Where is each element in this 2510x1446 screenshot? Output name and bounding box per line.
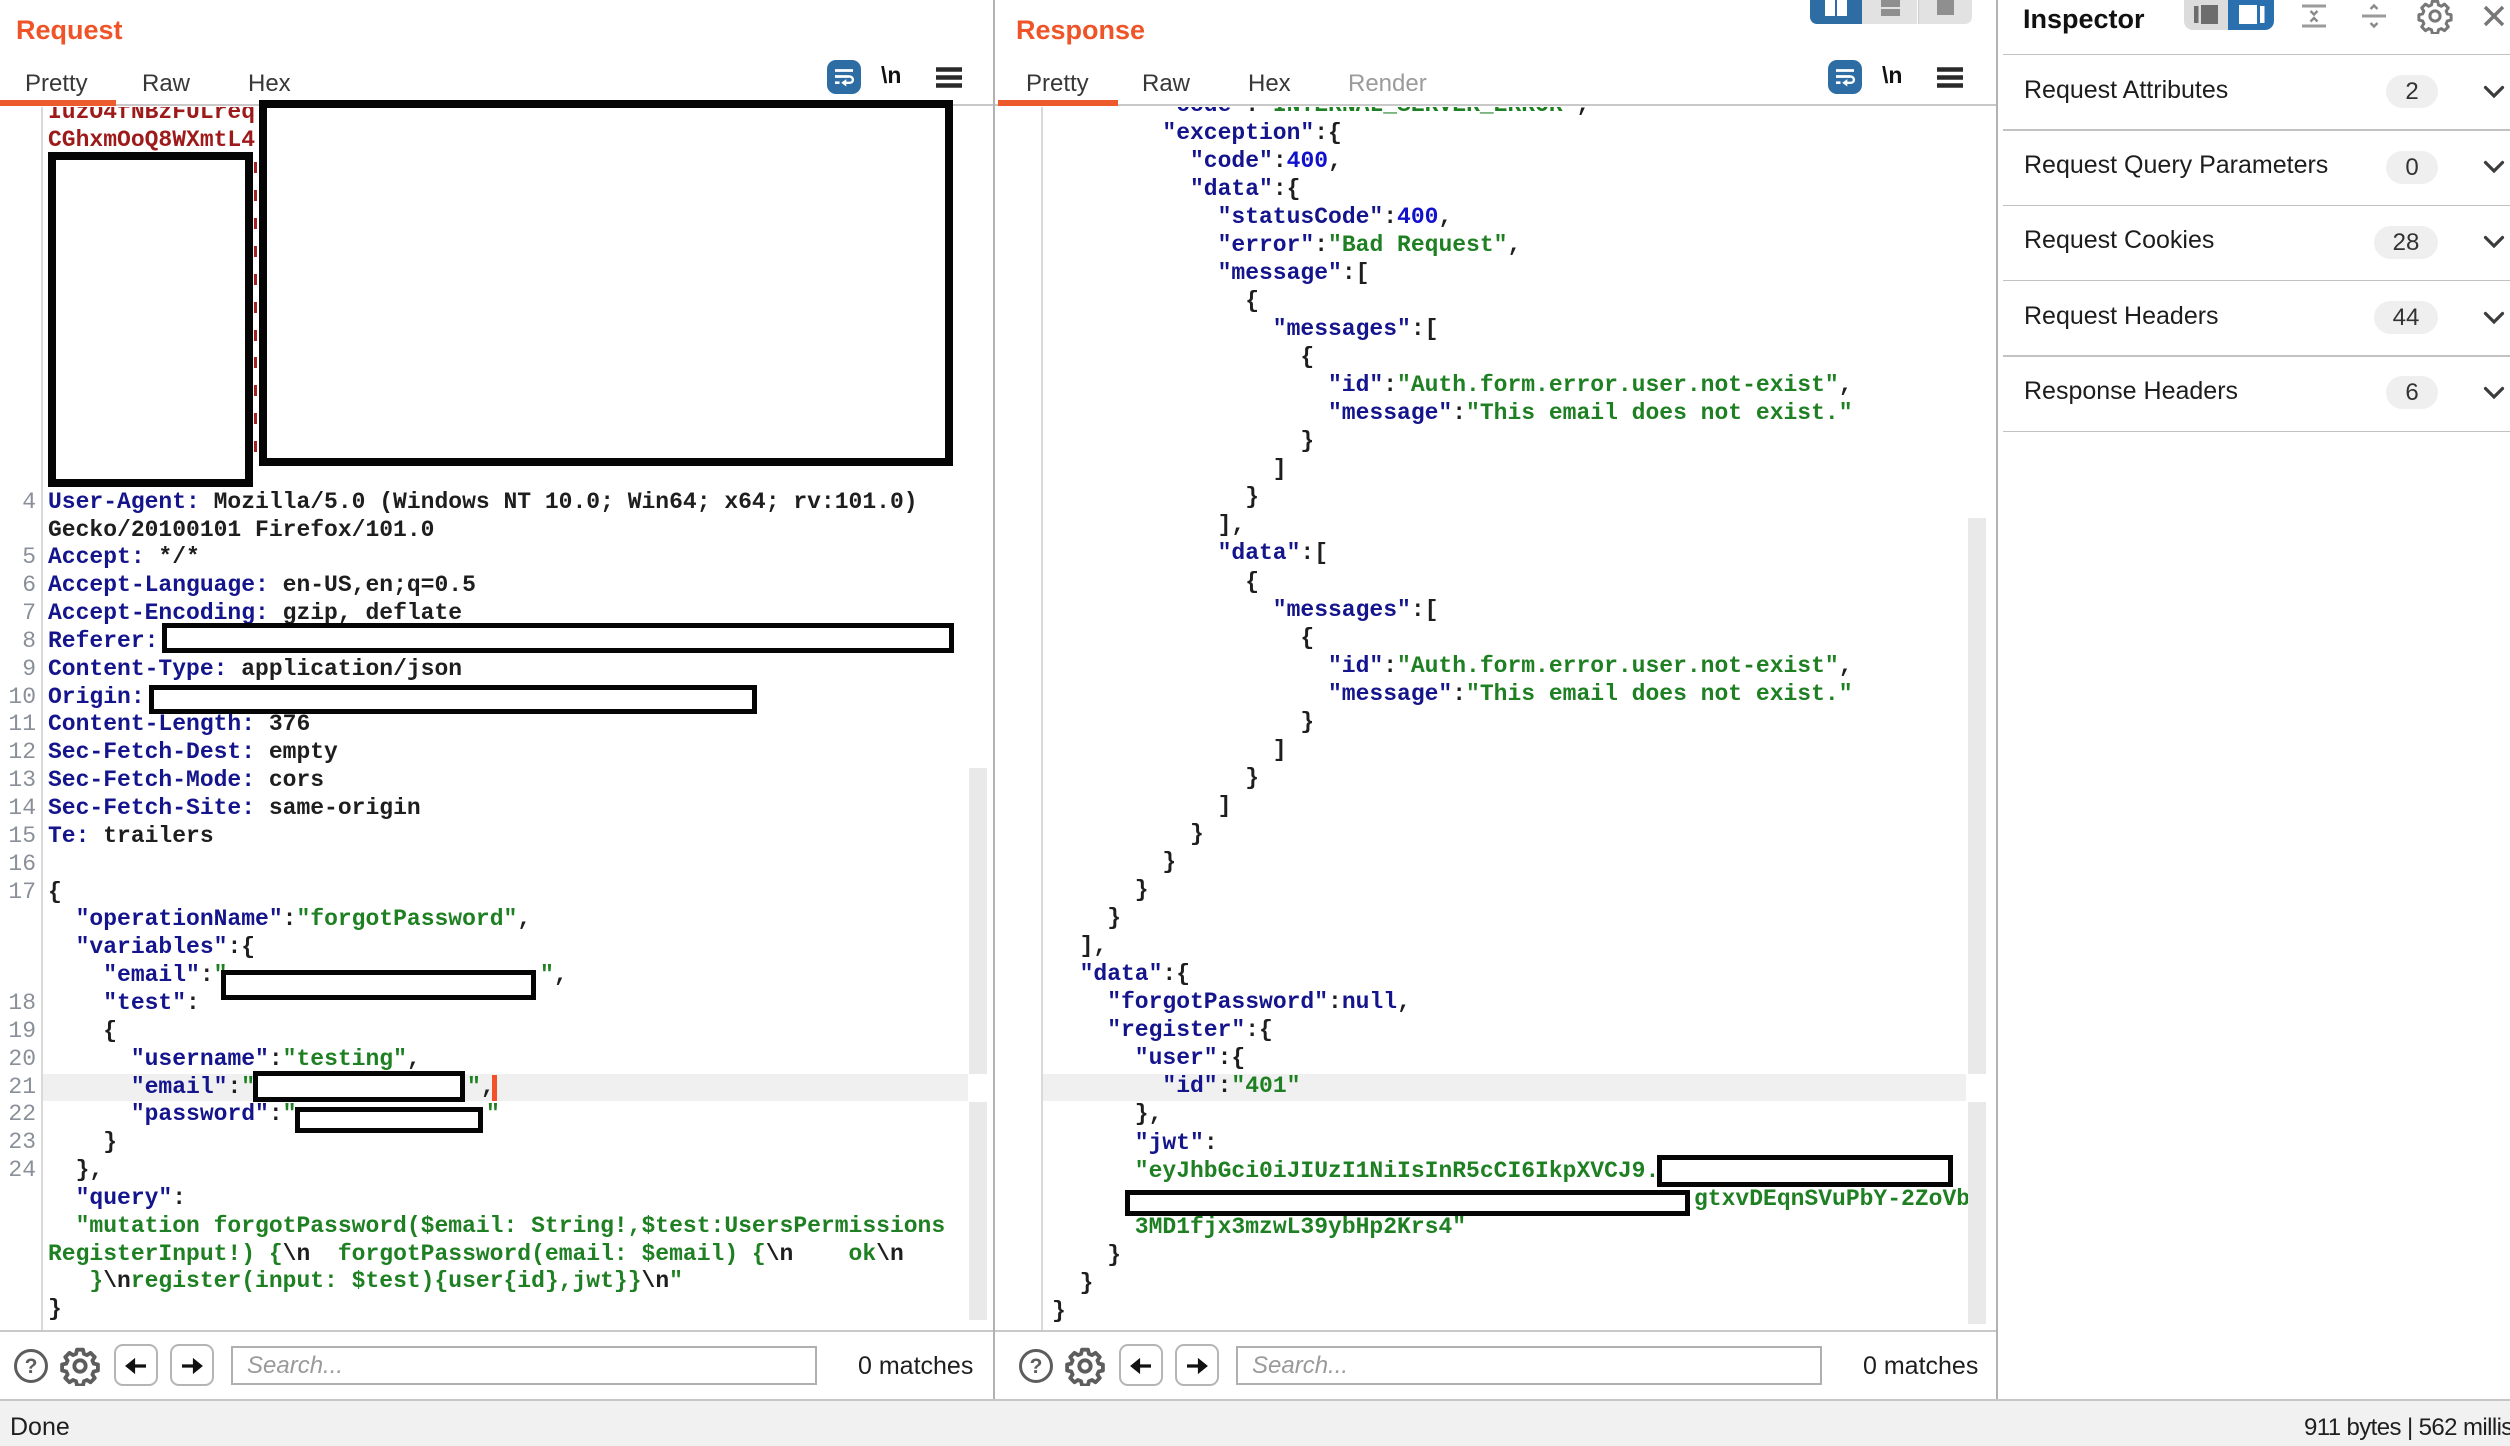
svg-text:?: ? bbox=[1030, 1355, 1043, 1378]
svg-text:?: ? bbox=[25, 1355, 38, 1378]
